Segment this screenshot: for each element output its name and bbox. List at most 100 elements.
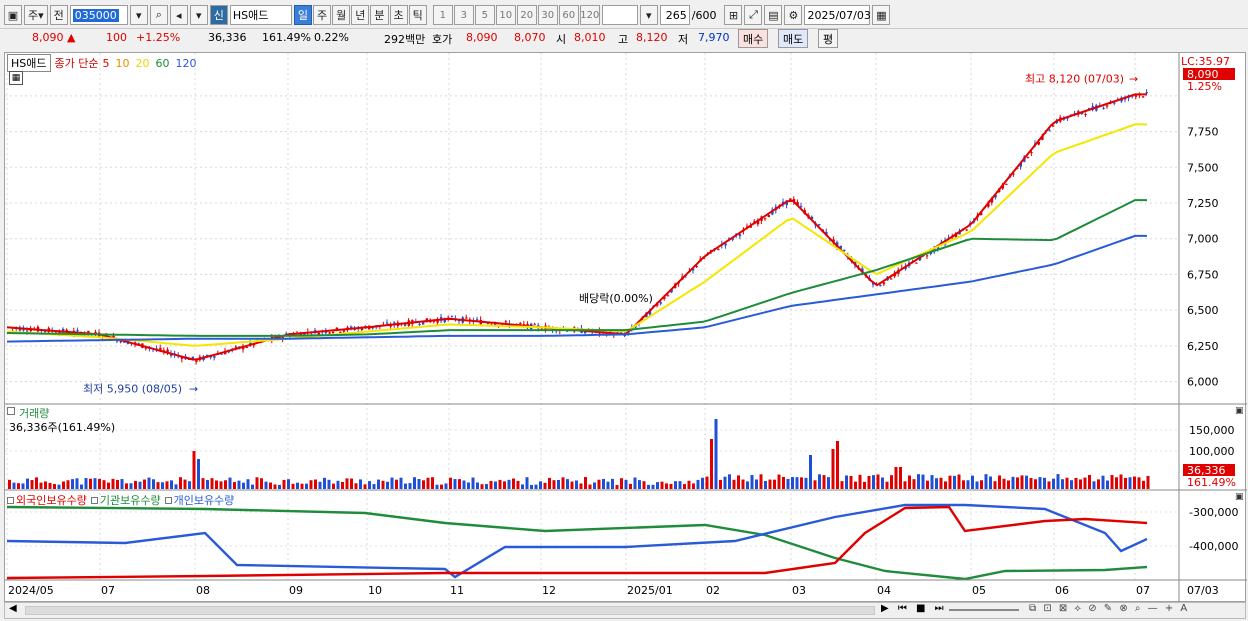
holdings-legend-item[interactable]: 외국인보유수량 [7, 492, 87, 508]
interval-button[interactable]: 20 [516, 5, 537, 25]
foreign-line [6, 505, 1148, 580]
scroll-left-icon[interactable]: ◀ [9, 603, 17, 614]
interval-button[interactable]: 10 [495, 5, 516, 25]
volume-bar [390, 477, 394, 489]
period-button[interactable]: 틱 [408, 5, 427, 25]
volume-bar [818, 474, 821, 489]
ma-line-20 [6, 123, 1147, 347]
stock-chart[interactable]: 2024/05 07 08 09 10 11 12 2025/01 02 03 04 05 06 07 07… [5, 53, 1247, 603]
volume-bar [764, 480, 767, 489]
interval-input[interactable] [601, 5, 638, 25]
chevron-down-icon[interactable]: ▾ [639, 5, 658, 25]
volume-bar [57, 484, 61, 489]
volume-bar [1083, 477, 1087, 489]
volume-bar [687, 480, 691, 489]
layout-icon[interactable]: ▣ [4, 5, 22, 25]
volume-bar [881, 477, 884, 489]
candle-icon[interactable]: ⊞ [724, 5, 743, 25]
volume-bar [80, 484, 83, 489]
volume-bar [489, 480, 493, 489]
period-button[interactable]: 월 [332, 5, 351, 25]
volume-bar [66, 480, 70, 489]
holdings-legend-item[interactable]: 기관보유수량 [90, 492, 161, 508]
save-icon[interactable]: ▤ [764, 5, 783, 25]
count-input[interactable]: 265 [659, 5, 690, 25]
volume-checkbox[interactable] [7, 407, 15, 415]
dropdown-icon[interactable]: ▾ [129, 5, 148, 25]
search-icon[interactable]: ⌕ [149, 5, 168, 25]
volume-bar [354, 483, 358, 489]
volume-bar [156, 482, 160, 489]
ma-legend-item[interactable]: 20 [135, 57, 149, 70]
draw-icon[interactable]: ⤢ [744, 5, 763, 25]
chevron-down-icon[interactable]: ▾ [189, 5, 208, 25]
ma-legend-item[interactable]: 5 [102, 57, 109, 70]
volume-bar [1128, 477, 1132, 489]
ma-legend-item[interactable]: 120 [175, 57, 196, 70]
speaker-icon[interactable]: ◂ [169, 5, 188, 25]
chart-area[interactable]: 2024/05 07 08 09 10 11 12 2025/01 02 03 04 05 06 07 07… [4, 52, 1247, 603]
chart-scrollbar[interactable]: ◀ ▶ ⏮ ■ ⏭ ⧉ ⊡ ⊠ ⟡ ⊘ ✎ ⊗ ⌕ — + A [4, 602, 1246, 619]
sell-button[interactable]: 매도 [778, 29, 809, 48]
volume-bar [611, 478, 614, 489]
volume-bar [125, 483, 128, 489]
period-button[interactable]: 일 [293, 5, 313, 25]
volume-bar [471, 477, 475, 489]
volume-bar [534, 484, 538, 489]
holdings-legend-item[interactable]: 개인보유수량 [164, 492, 234, 508]
volume-bar [602, 478, 605, 489]
volume-bar [723, 476, 727, 489]
interval-button[interactable]: 120 [579, 5, 600, 25]
volume-bar [413, 477, 416, 489]
volume-bar [345, 478, 349, 489]
interval-button[interactable]: 5 [474, 5, 495, 25]
period-button[interactable]: 주 [313, 5, 332, 25]
volume-bar [170, 480, 173, 489]
volume-bar [1029, 478, 1033, 489]
volume-bar [332, 483, 335, 489]
scroll-track[interactable] [25, 606, 875, 615]
period-button[interactable]: 분 [370, 5, 389, 25]
interval-button[interactable]: 3 [453, 5, 474, 25]
volume-bar [485, 484, 488, 489]
interval-button[interactable]: 30 [537, 5, 558, 25]
period-select[interactable]: 주 ▾ [24, 5, 48, 25]
volume-bar [449, 477, 452, 489]
high-annotation: 최고 8,120 (07/03) [1025, 73, 1124, 86]
volume-bar [800, 477, 803, 489]
volume-bar [120, 479, 124, 489]
tool-icons[interactable]: ⧉ ⊡ ⊠ ⟡ ⊘ ✎ ⊗ ⌕ — + A [1029, 603, 1189, 614]
candle-body [386, 322, 389, 324]
buy-button[interactable]: 매수 [738, 29, 769, 48]
code-input[interactable]: 035000 [69, 5, 128, 25]
date-tick-label: 2024/05 [8, 584, 54, 597]
volume-bar [440, 484, 443, 489]
stock-name-field[interactable]: HS애드 [229, 5, 292, 25]
ma-legend-item[interactable]: 10 [115, 57, 129, 70]
period-button[interactable]: 초 [389, 5, 408, 25]
period-button[interactable]: 년 [351, 5, 370, 25]
price-tick-label: 7,000 [1187, 233, 1219, 246]
volume-bar [714, 419, 718, 489]
table-icon[interactable]: ▦ [9, 71, 23, 85]
volume-bar [1011, 476, 1015, 489]
volume-bar [894, 467, 898, 489]
gear-icon[interactable]: ⚙ [784, 5, 803, 25]
candle-body [1052, 125, 1055, 127]
volume-tick-label: 150,000 [1189, 424, 1235, 437]
volume-bar [849, 475, 853, 489]
playback-controls[interactable]: ▶ ⏮ ■ ⏭ [881, 603, 947, 614]
volume-bar [435, 484, 439, 489]
volume-bar [804, 477, 808, 489]
interval-button[interactable]: 1 [432, 5, 453, 25]
volume-bar [975, 481, 979, 489]
volume-bar [161, 482, 164, 489]
prev-button[interactable]: 전 [49, 5, 68, 25]
interval-button[interactable]: 60 [558, 5, 579, 25]
volume-bar [44, 481, 47, 489]
calendar-icon[interactable]: ▦ [872, 5, 891, 25]
zoom-slider[interactable] [949, 609, 1019, 611]
ma-legend-item[interactable]: 60 [155, 57, 169, 70]
avg-button[interactable]: 평 [818, 29, 839, 48]
date-input[interactable]: 2025/07/03 [804, 5, 871, 25]
